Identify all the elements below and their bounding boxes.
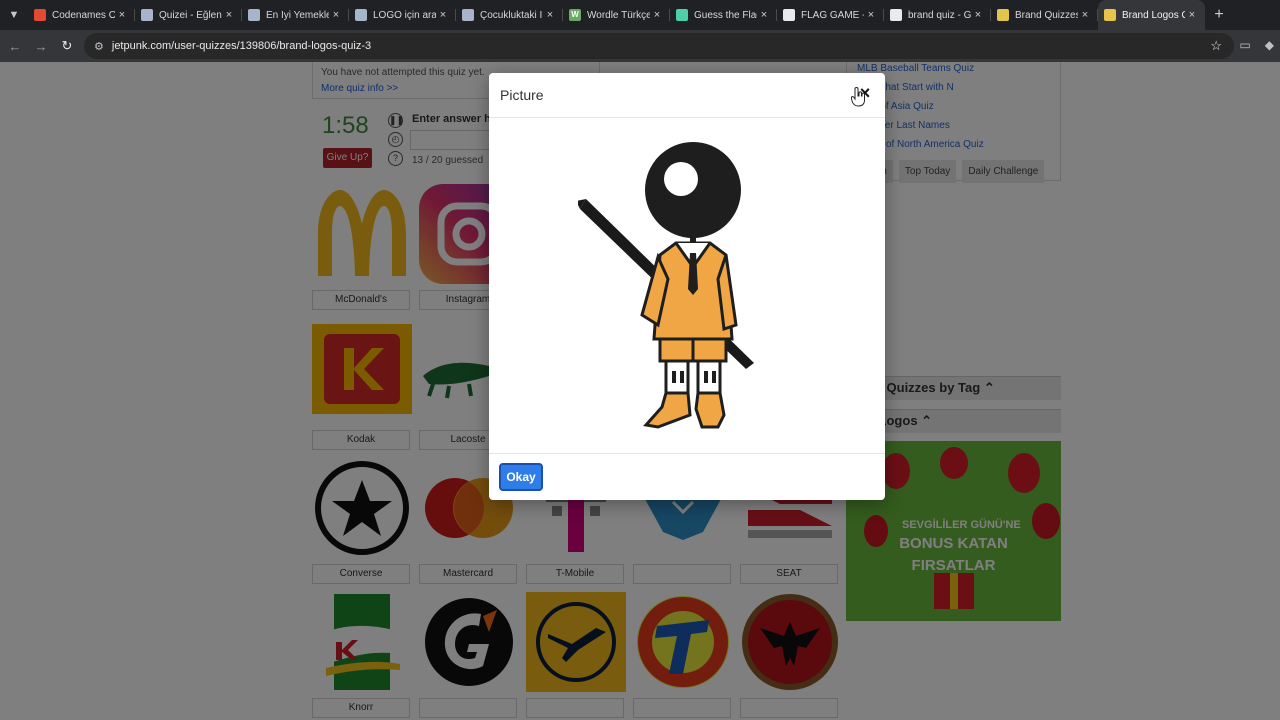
tab-favicon-icon: [890, 9, 902, 21]
tab-favicon-icon: [141, 9, 153, 21]
tab-favicon-icon: [248, 9, 260, 21]
tab-favicon-icon: [676, 9, 688, 21]
tab-close-icon[interactable]: ×: [115, 9, 129, 21]
tab-title: Guess the Flag: [694, 9, 757, 21]
tab-close-icon[interactable]: ×: [971, 9, 985, 21]
browser-tab[interactable]: Brand Quizzes ×: [991, 0, 1098, 30]
extensions-icon[interactable]: ◆: [1265, 38, 1274, 52]
new-tab-button[interactable]: +: [1205, 6, 1233, 24]
tab-close-icon[interactable]: ×: [543, 9, 557, 21]
tab-title: Codenames O: [52, 9, 115, 21]
tab-favicon-icon: [462, 9, 474, 21]
browser-tab[interactable]: FLAG GAME - ×: [777, 0, 884, 30]
tab-title: LOGO için aran: [373, 9, 436, 21]
tab-title: FLAG GAME -: [801, 9, 864, 21]
tab-close-icon[interactable]: ×: [329, 9, 343, 21]
hand-cursor-icon: [850, 87, 867, 112]
back-icon[interactable]: ←: [2, 39, 28, 54]
divider: [489, 453, 885, 454]
site-info-icon[interactable]: ⚙: [94, 40, 104, 53]
tab-strip: ▼ Codenames O × Quizei - Eğlenc × En İyi Yem…: [0, 0, 1280, 30]
tab-favicon-icon: [783, 9, 795, 21]
tab-title: Quizei - Eğlenc: [159, 9, 222, 21]
modal-title: Picture: [500, 87, 544, 103]
tab-title: Çocukluktaki İ: [480, 9, 543, 21]
cast-icon[interactable]: ▭: [1239, 38, 1250, 52]
tab-title: Brand Logos Q: [1122, 9, 1185, 21]
forward-icon[interactable]: →: [28, 39, 54, 54]
bookmark-star-icon[interactable]: ☆: [1210, 38, 1222, 54]
tab-close-icon[interactable]: ×: [864, 9, 878, 21]
tab-favicon-icon: [34, 9, 46, 21]
tab-close-icon[interactable]: ×: [650, 9, 664, 21]
divider: [489, 117, 885, 118]
tab-favicon-icon: [1104, 9, 1116, 21]
address-bar[interactable]: ⚙ jetpunk.com/user-quizzes/139806/brand-…: [84, 33, 1234, 59]
okay-button[interactable]: Okay: [499, 463, 543, 491]
reload-icon[interactable]: ↻: [54, 38, 80, 54]
tab-close-icon[interactable]: ×: [757, 9, 771, 21]
url-text: jetpunk.com/user-quizzes/139806/brand-lo…: [111, 40, 372, 52]
tab-close-icon[interactable]: ×: [1185, 9, 1199, 21]
tab-close-icon[interactable]: ×: [1078, 9, 1092, 21]
tab-search-icon[interactable]: ▼: [0, 0, 28, 30]
tab-title: brand quiz - G: [908, 9, 971, 21]
tab-favicon-icon: W: [569, 9, 581, 21]
browser-tab[interactable]: Çocukluktaki İ ×: [456, 0, 563, 30]
tab-favicon-icon: [997, 9, 1009, 21]
browser-tab[interactable]: brand quiz - G ×: [884, 0, 991, 30]
picture-modal: Picture × Okay: [489, 73, 885, 500]
tab-title: Brand Quizzes: [1015, 9, 1078, 21]
tab-favicon-icon: [355, 9, 367, 21]
tab-close-icon[interactable]: ×: [436, 9, 450, 21]
mascot-figure-icon: [576, 139, 758, 436]
tab-title: En İyi Yemekle: [266, 9, 329, 21]
browser-toolbar: ← → ↻ ⚙ jetpunk.com/user-quizzes/139806/…: [0, 30, 1280, 62]
browser-tab[interactable]: En İyi Yemekle ×: [242, 0, 349, 30]
browser-tab[interactable]: Guess the Flag ×: [670, 0, 777, 30]
browser-tab[interactable]: W Wordle Türkçe ×: [563, 0, 670, 30]
tab-title: Wordle Türkçe: [587, 9, 650, 21]
tab-close-icon[interactable]: ×: [222, 9, 236, 21]
browser-tab[interactable]: Quizei - Eğlenc ×: [135, 0, 242, 30]
browser-tab[interactable]: Codenames O ×: [28, 0, 135, 30]
browser-tab[interactable]: LOGO için aran ×: [349, 0, 456, 30]
browser-tab[interactable]: Brand Logos Q ×: [1098, 0, 1205, 30]
